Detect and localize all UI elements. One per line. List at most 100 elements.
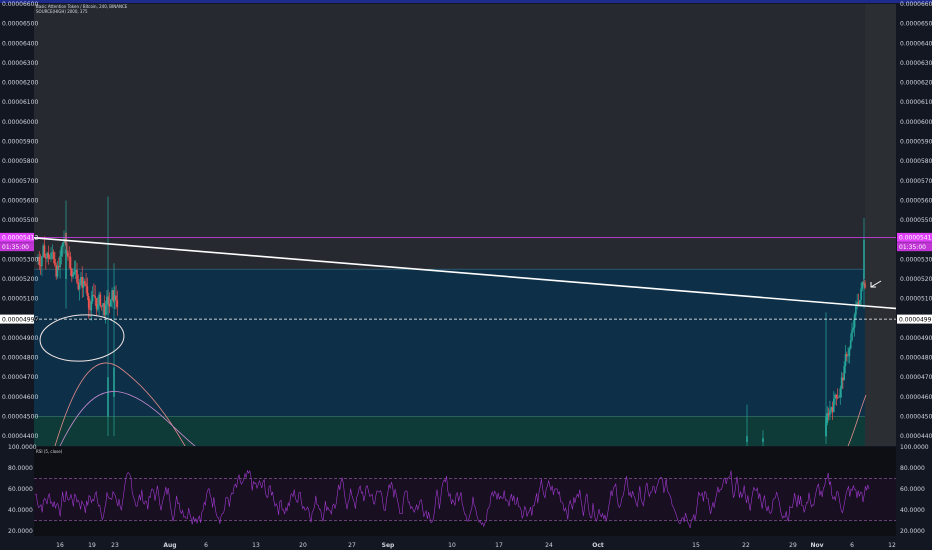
rsi-tick-label-right: 20.0000 [900,528,925,535]
price-tick-label-left: 0.00006100 [2,99,38,106]
candle-body [746,436,748,443]
candle-body [864,283,866,288]
price-axis-left: 0.00006600 0.00006500 0.00006400 0.00006300… [2,1,38,440]
candle-body [84,281,86,284]
candle-body [78,284,81,290]
price-tick-label-right: 0.00006600 [900,1,932,8]
price-tick-label-right: 0.00005900 [900,139,932,146]
rsi-axis-right: 100.0000 80.0000 60.0000 40.0000 20.0000 [900,444,929,535]
candle-body [47,252,50,259]
candle-body [833,399,835,412]
candle-body [97,304,99,310]
candle-body [85,283,87,287]
candle-body [835,394,838,398]
price-tick-label-right: 0.00004700 [900,374,932,381]
price-tick-label-left: 0.00005300 [2,256,38,263]
top-border [0,0,932,3]
price-tick-label-left: 0.00004800 [2,355,38,362]
candle-body [65,249,67,280]
price-tick-label-left: 0.00006400 [2,40,38,47]
candle-body [849,340,852,349]
candle-body [50,252,52,259]
candle-body [60,246,63,257]
price-tick-label-right: 0.00004500 [900,414,932,421]
candle-body [860,288,862,300]
chart[interactable]: Basic Attention Token / Bitcoin, 240, BI… [0,0,932,550]
candle-body [41,256,43,267]
candle-body [38,256,41,266]
candle-body [61,242,64,247]
price-tick-label-left: 0.00006600 [2,1,38,8]
rsi-tick-label-left: 40.0000 [8,507,33,514]
candle-body [99,294,102,306]
price-tick-label-right: 0.00006000 [900,119,932,126]
time-tick-label: 23 [111,542,119,549]
price-tick-label-left: 0.00004500 [2,414,38,421]
blue-zone [34,269,865,417]
time-tick-label: 20 [299,542,307,549]
price-tick-label-right: 0.00004900 [900,335,932,342]
price-tick-label-left: 0.00006000 [2,119,38,126]
dashed-price-tag-left: 0.00004996 [2,316,38,323]
price-tick-label-right: 0.00004400 [900,433,932,440]
right-gray-area [865,4,896,446]
candle-body [52,252,55,259]
candle-body [853,314,856,328]
green-zone [34,416,865,446]
rsi-tick-label-left: 80.0000 [8,465,33,472]
price-tick-label-left: 0.00006300 [2,60,38,67]
time-tick-label: Sep [382,542,395,549]
candle-body [59,256,61,268]
price-tick-label-right: 0.00004600 [900,394,932,401]
price-tick-label-right: 0.00005300 [900,256,932,263]
price-tick-label-left: 0.00006500 [2,21,38,28]
price-tick-label-left: 0.00005600 [2,197,38,204]
candle-body [72,274,74,277]
candle-body [93,295,95,297]
rsi-tick-label-right: 100.0000 [900,444,929,451]
time-tick-label: Nov [810,542,823,549]
price-tick-label-right: 0.00006400 [900,40,932,47]
price-tick-label-left: 0.00004400 [2,433,38,440]
candle-body [843,365,845,381]
price-tick-label-right: 0.00004800 [900,355,932,362]
candle-body [115,295,117,301]
candle-body [829,409,831,416]
candle-body [87,295,90,309]
magenta-time-tag-right: 01:35:00 [899,244,926,251]
rsi-tick-label-right: 60.0000 [900,486,925,493]
rsi-tick-label-left: 20.0000 [8,528,33,535]
price-tick-label-left: 0.00004600 [2,394,38,401]
rsi-tick-label-left: 60.0000 [8,486,33,493]
price-tick-label-left: 0.00005700 [2,178,38,185]
magenta-price-tag-right: 0.00005412 [899,235,932,242]
candle-body [73,271,76,275]
price-tick-label-left: 0.00006200 [2,80,38,87]
candle-body [859,299,861,305]
rsi-layer [34,469,896,529]
candle-body [838,396,840,398]
price-tick-label-left: 0.00004700 [2,374,38,381]
candle-body [863,239,865,280]
price-tick-label-right: 0.00006100 [900,99,932,106]
candle-body [94,296,96,299]
price-axis-right: 0.00006600 0.00006500 0.00006400 0.00006300… [900,1,932,440]
price-tick-label-right: 0.00005200 [900,276,932,283]
candle-body [54,258,56,266]
time-tick-label: 16 [56,542,64,549]
time-tick-label: 15 [692,542,700,549]
price-tick-label-right: 0.00005700 [900,178,932,185]
price-tick-label-right: 0.00005600 [900,197,932,204]
candle-body [848,348,851,356]
rsi-tick-label-right: 40.0000 [900,507,925,514]
time-tick-label: 29 [789,542,797,549]
candle-body [69,256,72,270]
price-tick-label-left: 0.00005200 [2,276,38,283]
candle-body [847,355,849,357]
time-tick-label: 24 [545,542,553,549]
rsi-axis-left: 100.0000 80.0000 60.0000 40.0000 20.0000 [8,444,37,535]
candle-body [116,300,119,308]
magenta-price-tag-left: 0.00005412 [2,235,38,242]
price-tick-label-right: 0.00006200 [900,80,932,87]
candle-body [113,367,115,397]
